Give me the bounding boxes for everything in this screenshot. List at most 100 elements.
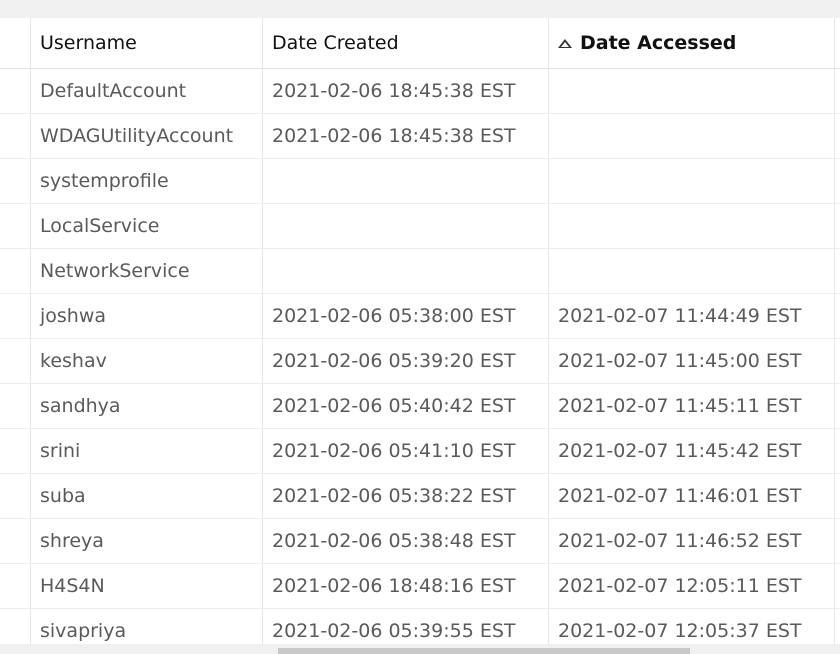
username-cell[interactable]: sandhya [31,384,263,428]
username-cell[interactable]: LocalService [31,204,263,248]
table-row[interactable]: WDAGUtilityAccount 2021-02-06 18:45:38 ES… [0,114,840,159]
date-created-cell[interactable]: 2021-02-06 18:48:16 EST [263,564,549,608]
date-created-cell-text: 2021-02-06 05:38:22 EST [272,485,516,507]
table-row[interactable]: suba 2021-02-06 05:38:22 EST 2021-02-07 11… [0,474,840,519]
table-body: DefaultAccount 2021-02-06 18:45:38 EST WDA… [0,69,840,654]
row-trailing-cell[interactable] [835,474,840,518]
row-trailing-cell[interactable] [835,294,840,338]
date-accessed-cell[interactable] [549,114,835,158]
table-row[interactable]: srini 2021-02-06 05:41:10 EST 2021-02-07 1… [0,429,840,474]
date-accessed-cell[interactable]: 2021-02-07 11:44:49 EST [549,294,835,338]
row-trailing-cell[interactable] [835,159,840,203]
username-cell[interactable]: NetworkService [31,249,263,293]
column-header-date-created[interactable]: Date Created [263,18,549,68]
row-leading-cell[interactable] [0,294,31,338]
date-created-cell[interactable]: 2021-02-06 05:39:20 EST [263,339,549,383]
date-created-cell[interactable] [263,159,549,203]
column-header-username[interactable]: Username [31,18,263,68]
date-created-cell[interactable]: 2021-02-06 18:45:38 EST [263,114,549,158]
username-cell-text: suba [40,485,86,507]
username-cell-text: sivapriya [40,620,127,642]
table-row[interactable]: LocalService [0,204,840,249]
username-cell-text: NetworkService [40,260,190,282]
username-cell-text: srini [40,440,81,462]
header-cell-trailing[interactable] [835,18,840,68]
row-trailing-cell[interactable] [835,564,840,608]
row-leading-cell[interactable] [0,519,31,563]
column-header-date-created-label: Date Created [272,32,399,54]
table-row[interactable]: joshwa 2021-02-06 05:38:00 EST 2021-02-07 … [0,294,840,339]
date-created-cell[interactable] [263,249,549,293]
date-accessed-cell[interactable] [549,159,835,203]
date-accessed-cell[interactable] [549,249,835,293]
date-created-cell[interactable]: 2021-02-06 05:41:10 EST [263,429,549,473]
username-cell-text: DefaultAccount [40,80,187,102]
date-accessed-cell-text: 2021-02-07 11:46:01 EST [558,485,802,507]
date-created-cell-text: 2021-02-06 05:41:10 EST [272,440,516,462]
row-leading-cell[interactable] [0,159,31,203]
username-cell[interactable]: H4S4N [31,564,263,608]
date-accessed-cell[interactable]: 2021-02-07 11:45:11 EST [549,384,835,428]
row-trailing-cell[interactable] [835,384,840,428]
username-cell[interactable]: keshav [31,339,263,383]
row-leading-cell[interactable] [0,429,31,473]
row-leading-cell[interactable] [0,474,31,518]
date-created-cell[interactable]: 2021-02-06 05:38:48 EST [263,519,549,563]
table-row[interactable]: shreya 2021-02-06 05:38:48 EST 2021-02-07 … [0,519,840,564]
username-cell[interactable]: WDAGUtilityAccount [31,114,263,158]
date-created-cell[interactable]: 2021-02-06 05:38:22 EST [263,474,549,518]
table-row[interactable]: sandhya 2021-02-06 05:40:42 EST 2021-02-07… [0,384,840,429]
date-accessed-cell[interactable]: 2021-02-07 12:05:11 EST [549,564,835,608]
username-cell[interactable]: suba [31,474,263,518]
table-row[interactable]: keshav 2021-02-06 05:39:20 EST 2021-02-07 … [0,339,840,384]
row-leading-cell[interactable] [0,249,31,293]
username-cell[interactable]: shreya [31,519,263,563]
row-trailing-cell[interactable] [835,339,840,383]
row-leading-cell[interactable] [0,564,31,608]
row-trailing-cell[interactable] [835,69,840,113]
date-accessed-cell[interactable] [549,69,835,113]
date-accessed-cell[interactable]: 2021-02-07 11:46:01 EST [549,474,835,518]
date-created-cell[interactable] [263,204,549,248]
date-created-cell-text: 2021-02-06 05:38:48 EST [272,530,516,552]
date-accessed-cell[interactable] [549,204,835,248]
username-cell[interactable]: joshwa [31,294,263,338]
row-trailing-cell[interactable] [835,429,840,473]
row-leading-cell[interactable] [0,204,31,248]
sort-ascending-icon [558,38,572,48]
horizontal-scrollbar[interactable] [0,644,840,654]
table-row[interactable]: H4S4N 2021-02-06 18:48:16 EST 2021-02-07 1… [0,564,840,609]
table-row[interactable]: DefaultAccount 2021-02-06 18:45:38 EST [0,69,840,114]
column-header-date-accessed[interactable]: Date Accessed [549,18,835,68]
date-created-cell[interactable]: 2021-02-06 18:45:38 EST [263,69,549,113]
date-created-cell-text: 2021-02-06 05:40:42 EST [272,395,516,417]
username-cell[interactable]: srini [31,429,263,473]
row-trailing-cell[interactable] [835,249,840,293]
username-cell-text: sandhya [40,395,121,417]
horizontal-scrollbar-thumb[interactable] [278,648,690,654]
date-accessed-cell-text: 2021-02-07 11:45:00 EST [558,350,802,372]
row-leading-cell[interactable] [0,114,31,158]
date-accessed-cell[interactable]: 2021-02-07 11:46:52 EST [549,519,835,563]
username-cell-text: joshwa [40,305,107,327]
row-trailing-cell[interactable] [835,519,840,563]
date-accessed-cell-text: 2021-02-07 12:05:11 EST [558,575,802,597]
date-accessed-cell[interactable]: 2021-02-07 11:45:42 EST [549,429,835,473]
row-trailing-cell[interactable] [835,204,840,248]
date-accessed-cell-text: 2021-02-07 11:46:52 EST [558,530,802,552]
table-row[interactable]: systemprofile [0,159,840,204]
username-cell[interactable]: systemprofile [31,159,263,203]
date-created-cell[interactable]: 2021-02-06 05:38:00 EST [263,294,549,338]
date-created-cell[interactable]: 2021-02-06 05:40:42 EST [263,384,549,428]
row-leading-cell[interactable] [0,69,31,113]
row-leading-cell[interactable] [0,339,31,383]
row-leading-cell[interactable] [0,384,31,428]
table-row[interactable]: NetworkService [0,249,840,294]
date-created-cell-text: 2021-02-06 05:39:55 EST [272,620,516,642]
row-trailing-cell[interactable] [835,114,840,158]
username-cell-text: WDAGUtilityAccount [40,125,234,147]
header-cell-leading[interactable] [0,18,31,68]
date-accessed-cell-text: 2021-02-07 11:45:11 EST [558,395,802,417]
username-cell[interactable]: DefaultAccount [31,69,263,113]
date-accessed-cell[interactable]: 2021-02-07 11:45:00 EST [549,339,835,383]
